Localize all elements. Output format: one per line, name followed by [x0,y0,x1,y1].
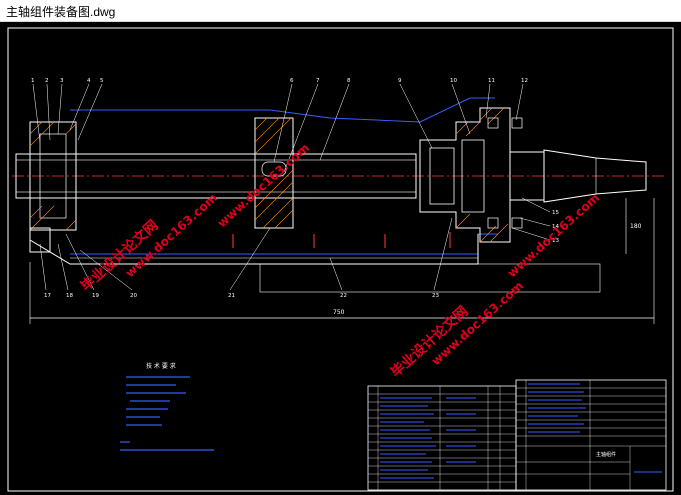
left-bolt [29,227,51,253]
balloon-22: 22 [340,293,347,299]
watermark-4-url: www.doc163.com [505,191,602,281]
balloon-5: 5 [100,78,104,84]
cad-drawing-canvas[interactable]: 750 180 1 2 3 4 5 6 7 8 9 10 11 12 17 18 [0,22,681,495]
window-titlebar: 主轴组件装备图.dwg [0,0,681,22]
balloon-6: 6 [290,78,294,84]
tech-requirements-lines [120,376,214,451]
balloon-20: 20 [130,293,137,299]
tech-requirements: 技 术 要 求 [120,362,214,451]
balloons-top: 1 2 3 4 5 6 7 8 9 10 11 12 [31,78,528,84]
parts-list [367,385,517,491]
balloon-19: 19 [92,293,99,299]
balloon-7: 7 [316,78,320,84]
balloon-15: 15 [552,210,559,216]
balloon-1: 1 [31,78,35,84]
tech-requirements-title: 技 术 要 求 [146,362,176,370]
dimension-ticks [232,232,451,248]
watermarks: 毕业设计论文网 www.doc163.com 毕业设计论文网 www.doc16… [77,141,602,381]
overall-dimension-value: 750 [333,309,345,316]
leaders-top [32,83,524,173]
title-block-drawing-name: 主轴组件 [596,451,616,458]
bolt-heads [487,117,523,229]
balloon-2: 2 [45,78,49,84]
balloon-17: 17 [44,293,51,299]
sub-dimension-box [259,263,601,293]
window-title: 主轴组件装备图.dwg [6,5,116,19]
balloon-4: 4 [87,78,91,84]
title-block: 主轴组件 [515,379,667,491]
balloon-23: 23 [432,293,439,299]
balloon-11: 11 [488,78,495,84]
assembly-drawing: 750 180 1 2 3 4 5 6 7 8 9 10 11 12 17 18 [7,27,674,492]
right-dimension: 180 [625,198,642,254]
balloon-10: 10 [450,78,457,84]
right-housing-hatch [455,107,509,243]
balloon-18: 18 [66,293,73,299]
balloon-8: 8 [347,78,351,84]
balloon-12: 12 [521,78,528,84]
balloon-9: 9 [398,78,402,84]
right-dimension-value: 180 [630,223,642,230]
balloons-bottom: 17 18 19 20 21 22 23 [44,293,439,299]
balloon-3: 3 [60,78,64,84]
housing-rail [29,234,479,265]
balloon-21: 21 [228,293,235,299]
